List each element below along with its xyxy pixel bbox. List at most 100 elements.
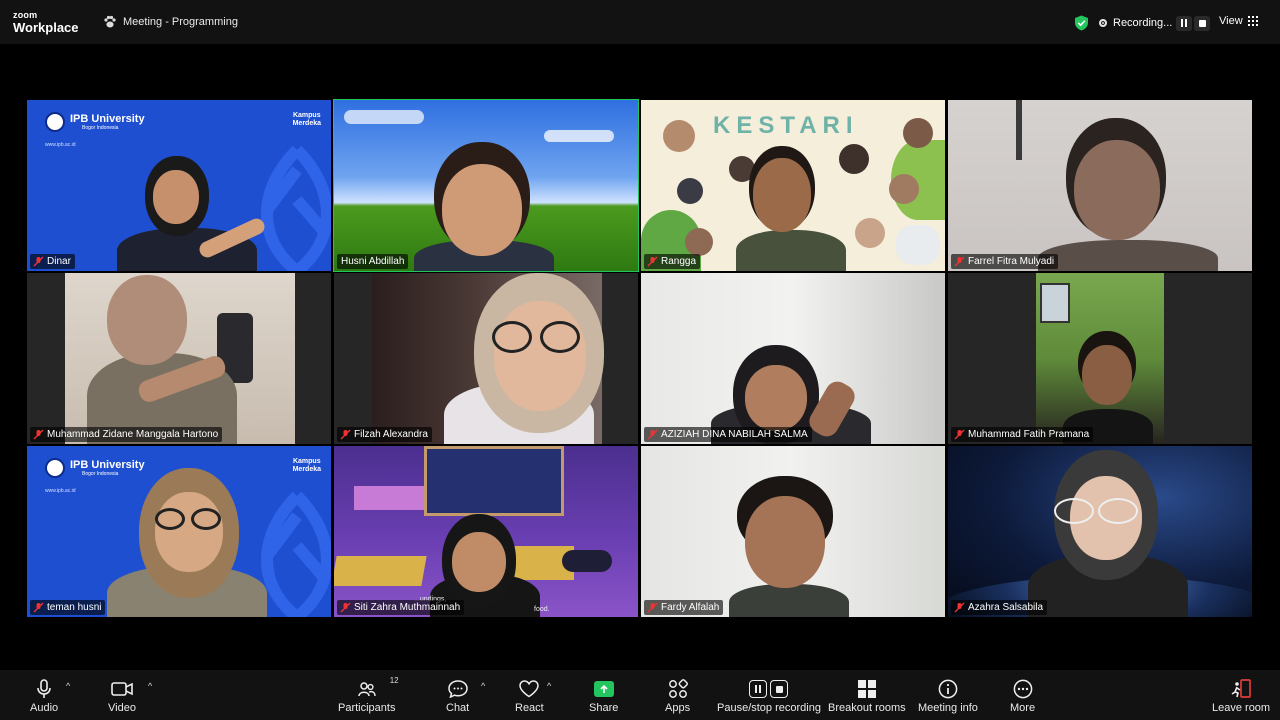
meeting-title-text: Meeting - Programming [123, 16, 238, 28]
pause-recording-icon [749, 680, 768, 698]
ipb-subtitle: Bogor Indonesia [82, 125, 119, 131]
background-caption-2: food. [534, 606, 550, 613]
name-tag: Muhammad Zidane Manggala Hartono [30, 427, 223, 442]
mic-muted-icon [647, 256, 658, 267]
video-tile[interactable]: AZIZIAH DINA NABILAH SALMA [641, 273, 945, 444]
ipb-title: IPB University [70, 113, 145, 125]
participant-name: Farrel Fitra Mulyadi [968, 256, 1055, 267]
mic-muted-icon [954, 256, 965, 267]
participant-name: Dinar [47, 256, 71, 267]
ipb-seal-icon [45, 112, 65, 132]
audio-button[interactable]: Audio [30, 678, 58, 714]
mic-muted-icon [33, 602, 44, 613]
badge-line2: Merdeka [292, 466, 321, 473]
ipb-logo: IPB University Bogor Indonesia [45, 112, 145, 132]
meeting-toolbar: Audio ^ Video ^ 12 Participants Chat ^ R… [0, 670, 1280, 720]
name-tag: Dinar [30, 254, 75, 269]
video-tile[interactable]: IPB University Bogor Indonesia www.ipb.a… [27, 100, 331, 271]
video-tile[interactable]: Muhammad Zidane Manggala Hartono [27, 273, 331, 444]
ipb-logo: IPB University Bogor Indonesia [45, 458, 145, 478]
share-button[interactable]: Share [589, 678, 618, 714]
view-button[interactable]: View [1219, 15, 1258, 27]
participant-name: Filzah Alexandra [354, 429, 428, 440]
react-options-caret-icon[interactable]: ^ [547, 681, 551, 691]
zoom-logo: zoom Workplace [13, 11, 79, 35]
video-button[interactable]: Video [108, 678, 136, 714]
stop-icon [1198, 19, 1206, 27]
name-tag: AZIZIAH DINA NABILAH SALMA [644, 427, 812, 442]
pause-recording-button[interactable] [1176, 15, 1193, 31]
apps-label: Apps [665, 702, 691, 714]
name-tag: Muhammad Fatih Pramana [951, 427, 1094, 442]
participant-name: Muhammad Zidane Manggala Hartono [47, 429, 219, 440]
name-tag: Azahra Salsabila [951, 600, 1048, 615]
mic-muted-icon [954, 602, 965, 613]
name-tag: Fardy Alfalah [644, 600, 724, 615]
chat-label: Chat [446, 702, 470, 714]
video-tile-active-speaker[interactable]: Husni Abdillah [333, 99, 639, 272]
chat-button[interactable]: Chat [446, 678, 469, 714]
leave-door-icon [1231, 679, 1251, 698]
video-tile[interactable]: Muhammad Fatih Pramana [948, 273, 1252, 444]
stop-recording-icon [770, 680, 789, 698]
mic-muted-icon [647, 602, 658, 613]
meeting-title[interactable]: Meeting - Programming [103, 15, 238, 29]
apps-button[interactable]: Apps [665, 678, 690, 714]
mic-muted-icon [647, 429, 658, 440]
name-tag: Siti Zahra Muthmainnah [337, 600, 465, 615]
video-tile[interactable]: ...undings, food. Siti Zahra Muthmainnah [334, 446, 638, 617]
pause-stop-recording-button[interactable]: Pause/stop recording [717, 678, 821, 714]
name-tag: Rangga [644, 254, 701, 269]
video-label: Video [108, 702, 136, 714]
breakout-label: Breakout rooms [828, 702, 906, 714]
heart-icon [519, 680, 540, 698]
ipb-subtitle: Bogor Indonesia [82, 471, 119, 477]
name-tag: teman husni [30, 600, 106, 615]
participant-name: teman husni [47, 602, 102, 613]
stop-recording-button[interactable] [1194, 15, 1211, 31]
react-label: React [515, 702, 544, 714]
leave-room-button[interactable]: Leave room [1212, 678, 1270, 714]
video-tile[interactable]: Filzah Alexandra [334, 273, 638, 444]
logo-workplace-text: Workplace [13, 20, 79, 35]
paw-icon [104, 15, 116, 28]
recording-area: Recording... [1074, 15, 1211, 31]
mic-muted-icon [340, 429, 351, 440]
mic-muted-icon [340, 602, 351, 613]
react-button[interactable]: React [515, 678, 544, 714]
badge-line2: Merdeka [292, 120, 321, 127]
more-icon [1013, 679, 1032, 699]
participant-name: Azahra Salsabila [968, 602, 1044, 613]
ipb-title: IPB University [70, 459, 145, 471]
name-tag: Husni Abdillah [337, 254, 409, 269]
share-label: Share [589, 702, 619, 714]
participant-name: Muhammad Fatih Pramana [968, 429, 1090, 440]
video-tile[interactable]: Farrel Fitra Mulyadi [948, 100, 1252, 271]
chat-options-caret-icon[interactable]: ^ [481, 681, 485, 691]
record-label: Pause/stop recording [717, 702, 821, 714]
leave-label: Leave room [1212, 702, 1271, 714]
top-bar: zoom Workplace Meeting - Programming Rec… [0, 0, 1280, 44]
audio-options-caret-icon[interactable]: ^ [66, 681, 70, 691]
mic-muted-icon [33, 429, 44, 440]
kampus-merdeka-badge: Kampus Merdeka [293, 458, 321, 474]
shield-check-icon[interactable] [1074, 15, 1089, 31]
mic-muted-icon [954, 429, 965, 440]
name-tag: Farrel Fitra Mulyadi [951, 254, 1059, 269]
participants-button[interactable]: 12 Participants [338, 676, 399, 714]
ipb-site: www.ipb.ac.id [45, 142, 76, 148]
video-options-caret-icon[interactable]: ^ [148, 681, 152, 691]
share-screen-icon [593, 681, 614, 697]
apps-icon [668, 679, 688, 698]
video-camera-icon [111, 682, 133, 696]
video-tile[interactable]: Azahra Salsabila [948, 446, 1252, 617]
breakout-rooms-button[interactable]: Breakout rooms [828, 678, 906, 714]
more-button[interactable]: More [1010, 678, 1035, 714]
microphone-icon [37, 679, 51, 698]
participant-name: Husni Abdillah [341, 256, 405, 267]
more-label: More [1010, 702, 1036, 714]
video-tile[interactable]: KESTARI Rangga [641, 100, 945, 271]
meeting-info-button[interactable]: Meeting info [918, 678, 978, 714]
video-tile[interactable]: Fardy Alfalah [641, 446, 945, 617]
video-tile[interactable]: IPB University Bogor Indonesia www.ipb.a… [27, 446, 331, 617]
